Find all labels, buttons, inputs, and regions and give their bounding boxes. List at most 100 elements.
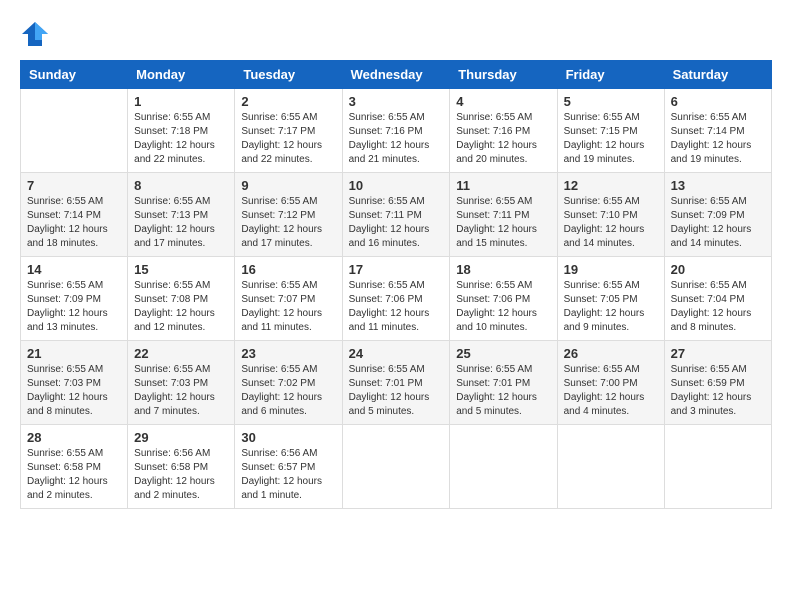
calendar-week-3: 14Sunrise: 6:55 AM Sunset: 7:09 PM Dayli…	[21, 257, 772, 341]
calendar-week-4: 21 Sunrise: 6:55 AM Sunset: 7:03 PM Dayli…	[21, 341, 772, 425]
day-info: Sunrise: 6:55 AM Sunset: 7:14 PM Dayligh…	[27, 195, 121, 251]
calendar-cell: 7 Sunrise: 6:55 AM Sunset: 7:14 PM Daylig…	[21, 173, 128, 257]
day-number: 24	[349, 346, 444, 361]
calendar-cell: 13 Sunrise: 6:55 AM Sunset: 7:09 PM Dayli…	[664, 173, 771, 257]
day-number: 7	[27, 178, 121, 193]
day-number: 28	[27, 430, 121, 445]
day-number: 5	[564, 94, 658, 109]
day-number: 10	[349, 178, 444, 193]
calendar-cell	[450, 425, 557, 509]
calendar-cell: 24 Sunrise: 6:55 AM Sunset: 7:01 PM Dayli…	[342, 341, 450, 425]
calendar-week-2: 7 Sunrise: 6:55 AM Sunset: 7:14 PM Daylig…	[21, 173, 772, 257]
day-info: Sunrise: 6:55 AM Sunset: 7:15 PM Dayligh…	[564, 111, 658, 167]
day-info: Sunrise: 6:55 AM Sunset: 7:11 PM Dayligh…	[349, 195, 444, 251]
calendar: SundayMondayTuesdayWednesdayThursdayFrid…	[20, 60, 772, 509]
day-number: 11	[456, 178, 550, 193]
calendar-week-1: 1Sunrise: 6:55 AM Sunset: 7:18 PM Daylig…	[21, 89, 772, 173]
day-info: Sunrise: 6:55 AM Sunset: 7:16 PM Dayligh…	[349, 111, 444, 167]
calendar-cell: 23 Sunrise: 6:55 AM Sunset: 7:02 PM Dayli…	[235, 341, 342, 425]
calendar-cell: 9 Sunrise: 6:55 AM Sunset: 7:12 PM Daylig…	[235, 173, 342, 257]
calendar-cell: 6 Sunrise: 6:55 AM Sunset: 7:14 PM Daylig…	[664, 89, 771, 173]
day-number: 21	[27, 346, 121, 361]
day-info: Sunrise: 6:56 AM Sunset: 6:57 PM Dayligh…	[241, 447, 335, 503]
logo-icon	[20, 20, 50, 50]
calendar-cell: 25 Sunrise: 6:55 AM Sunset: 7:01 PM Dayli…	[450, 341, 557, 425]
calendar-cell: 29 Sunrise: 6:56 AM Sunset: 6:58 PM Dayli…	[128, 425, 235, 509]
day-number: 17	[349, 262, 444, 277]
day-info: Sunrise: 6:55 AM Sunset: 7:06 PM Dayligh…	[456, 279, 550, 335]
calendar-cell: 1Sunrise: 6:55 AM Sunset: 7:18 PM Daylig…	[128, 89, 235, 173]
calendar-cell: 18 Sunrise: 6:55 AM Sunset: 7:06 PM Dayli…	[450, 257, 557, 341]
day-info: Sunrise: 6:55 AM Sunset: 7:14 PM Dayligh…	[671, 111, 765, 167]
calendar-header-thursday: Thursday	[450, 61, 557, 89]
calendar-cell: 10 Sunrise: 6:55 AM Sunset: 7:11 PM Dayli…	[342, 173, 450, 257]
calendar-week-5: 28 Sunrise: 6:55 AM Sunset: 6:58 PM Dayli…	[21, 425, 772, 509]
day-number: 20	[671, 262, 765, 277]
day-number: 13	[671, 178, 765, 193]
page-header	[20, 20, 772, 50]
day-info: Sunrise: 6:55 AM Sunset: 7:18 PM Dayligh…	[134, 111, 228, 167]
day-info: Sunrise: 6:55 AM Sunset: 7:10 PM Dayligh…	[564, 195, 658, 251]
calendar-cell: 19 Sunrise: 6:55 AM Sunset: 7:05 PM Dayli…	[557, 257, 664, 341]
day-number: 18	[456, 262, 550, 277]
calendar-cell: 15 Sunrise: 6:55 AM Sunset: 7:08 PM Dayli…	[128, 257, 235, 341]
calendar-cell: 22 Sunrise: 6:55 AM Sunset: 7:03 PM Dayli…	[128, 341, 235, 425]
day-number: 29	[134, 430, 228, 445]
calendar-cell: 20 Sunrise: 6:55 AM Sunset: 7:04 PM Dayli…	[664, 257, 771, 341]
calendar-cell: 27 Sunrise: 6:55 AM Sunset: 6:59 PM Dayli…	[664, 341, 771, 425]
calendar-cell: 30 Sunrise: 6:56 AM Sunset: 6:57 PM Dayli…	[235, 425, 342, 509]
day-number: 9	[241, 178, 335, 193]
calendar-cell: 12Sunrise: 6:55 AM Sunset: 7:10 PM Dayli…	[557, 173, 664, 257]
calendar-cell: 8 Sunrise: 6:55 AM Sunset: 7:13 PM Daylig…	[128, 173, 235, 257]
calendar-cell: 3 Sunrise: 6:55 AM Sunset: 7:16 PM Daylig…	[342, 89, 450, 173]
day-number: 3	[349, 94, 444, 109]
calendar-cell	[342, 425, 450, 509]
day-number: 16	[241, 262, 335, 277]
day-info: Sunrise: 6:55 AM Sunset: 7:01 PM Dayligh…	[349, 363, 444, 419]
day-info: Sunrise: 6:55 AM Sunset: 7:13 PM Dayligh…	[134, 195, 228, 251]
day-info: Sunrise: 6:56 AM Sunset: 6:58 PM Dayligh…	[134, 447, 228, 503]
day-number: 22	[134, 346, 228, 361]
day-info: Sunrise: 6:55 AM Sunset: 7:11 PM Dayligh…	[456, 195, 550, 251]
calendar-header-row: SundayMondayTuesdayWednesdayThursdayFrid…	[21, 61, 772, 89]
day-info: Sunrise: 6:55 AM Sunset: 6:59 PM Dayligh…	[671, 363, 765, 419]
calendar-header-wednesday: Wednesday	[342, 61, 450, 89]
day-number: 8	[134, 178, 228, 193]
calendar-header-friday: Friday	[557, 61, 664, 89]
day-info: Sunrise: 6:55 AM Sunset: 7:04 PM Dayligh…	[671, 279, 765, 335]
day-info: Sunrise: 6:55 AM Sunset: 6:58 PM Dayligh…	[27, 447, 121, 503]
day-number: 6	[671, 94, 765, 109]
calendar-cell: 4Sunrise: 6:55 AM Sunset: 7:16 PM Daylig…	[450, 89, 557, 173]
day-info: Sunrise: 6:55 AM Sunset: 7:16 PM Dayligh…	[456, 111, 550, 167]
day-number: 26	[564, 346, 658, 361]
calendar-header-monday: Monday	[128, 61, 235, 89]
calendar-cell: 11 Sunrise: 6:55 AM Sunset: 7:11 PM Dayli…	[450, 173, 557, 257]
calendar-cell: 21 Sunrise: 6:55 AM Sunset: 7:03 PM Dayli…	[21, 341, 128, 425]
calendar-cell: 28 Sunrise: 6:55 AM Sunset: 6:58 PM Dayli…	[21, 425, 128, 509]
day-number: 25	[456, 346, 550, 361]
day-info: Sunrise: 6:55 AM Sunset: 7:00 PM Dayligh…	[564, 363, 658, 419]
day-info: Sunrise: 6:55 AM Sunset: 7:06 PM Dayligh…	[349, 279, 444, 335]
calendar-cell	[21, 89, 128, 173]
day-number: 27	[671, 346, 765, 361]
day-info: Sunrise: 6:55 AM Sunset: 7:05 PM Dayligh…	[564, 279, 658, 335]
day-number: 23	[241, 346, 335, 361]
day-number: 15	[134, 262, 228, 277]
day-info: Sunrise: 6:55 AM Sunset: 7:08 PM Dayligh…	[134, 279, 228, 335]
day-number: 2	[241, 94, 335, 109]
calendar-cell	[557, 425, 664, 509]
day-info: Sunrise: 6:55 AM Sunset: 7:02 PM Dayligh…	[241, 363, 335, 419]
logo	[20, 20, 54, 50]
calendar-header-saturday: Saturday	[664, 61, 771, 89]
day-number: 19	[564, 262, 658, 277]
calendar-header-sunday: Sunday	[21, 61, 128, 89]
day-info: Sunrise: 6:55 AM Sunset: 7:09 PM Dayligh…	[671, 195, 765, 251]
day-number: 30	[241, 430, 335, 445]
day-info: Sunrise: 6:55 AM Sunset: 7:03 PM Dayligh…	[134, 363, 228, 419]
calendar-cell: 26 Sunrise: 6:55 AM Sunset: 7:00 PM Dayli…	[557, 341, 664, 425]
calendar-cell: 14Sunrise: 6:55 AM Sunset: 7:09 PM Dayli…	[21, 257, 128, 341]
day-info: Sunrise: 6:55 AM Sunset: 7:03 PM Dayligh…	[27, 363, 121, 419]
calendar-header-tuesday: Tuesday	[235, 61, 342, 89]
day-info: Sunrise: 6:55 AM Sunset: 7:01 PM Dayligh…	[456, 363, 550, 419]
day-info: Sunrise: 6:55 AM Sunset: 7:12 PM Dayligh…	[241, 195, 335, 251]
